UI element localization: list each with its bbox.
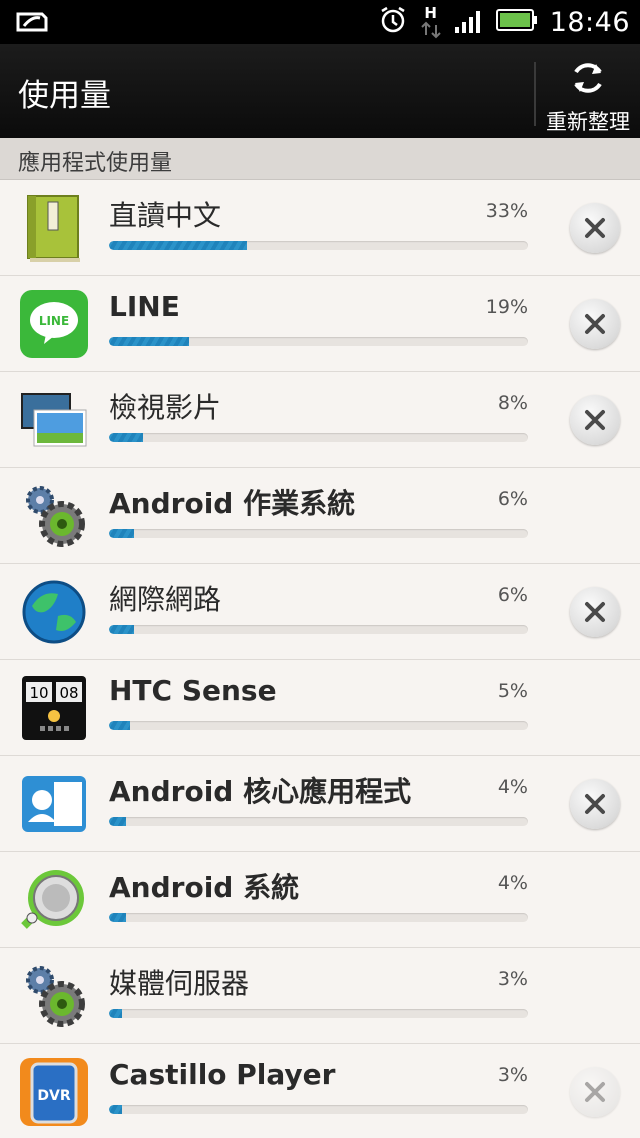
list-item[interactable]: 檢視影片 8% — [0, 372, 640, 468]
list-item[interactable]: Android 核心應用程式 4% — [0, 756, 640, 852]
android-system-icon — [18, 864, 90, 936]
usage-bar — [109, 241, 528, 250]
app-name: Android 作業系統 — [109, 487, 356, 520]
usage-bar — [109, 1009, 528, 1018]
list-item[interactable]: Android 系統 4% — [0, 852, 640, 948]
usage-percent: 6% — [497, 584, 528, 606]
usage-bar — [109, 817, 528, 826]
usage-bar-fill — [109, 241, 248, 250]
usage-percent: 4% — [497, 776, 528, 798]
alarm-icon — [378, 5, 408, 39]
app-usage-list: 直讀中文 33% LINE LINE 19% 檢視影片 8% Android 作業系統 6% 網際… — [0, 180, 640, 1138]
usage-percent: 19% — [485, 296, 528, 318]
usage-bar-fill — [109, 913, 126, 922]
gears-icon — [18, 480, 90, 552]
usage-bar-fill — [109, 337, 189, 346]
list-item[interactable]: 網際網路 6% — [0, 564, 640, 660]
battery-icon — [495, 8, 538, 36]
force-stop-button[interactable] — [570, 1067, 620, 1117]
usage-bar-fill — [109, 1105, 122, 1114]
refresh-label: 重新整理 — [546, 110, 630, 134]
close-icon — [582, 791, 608, 817]
usage-percent: 4% — [497, 872, 528, 894]
close-icon — [582, 407, 608, 433]
page-title: 使用量 — [18, 78, 111, 114]
usage-percent: 3% — [497, 968, 528, 990]
data-arrows-icon: H — [420, 3, 442, 39]
section-label: 應用程式使用量 — [18, 151, 173, 176]
app-name: 媒體伺服器 — [109, 967, 250, 1000]
action-bar: 使用量 重新整理 — [0, 44, 640, 138]
signal-icon — [454, 7, 484, 37]
usage-bar — [109, 337, 528, 346]
force-stop-button[interactable] — [570, 395, 620, 445]
list-item[interactable]: 媒體伺服器 3% — [0, 948, 640, 1044]
usage-percent: 8% — [497, 392, 528, 414]
app-name: Android 系統 — [109, 871, 300, 904]
force-stop-button[interactable] — [570, 779, 620, 829]
refresh-icon — [568, 58, 608, 102]
list-item[interactable]: 10 08 HTC Sense 5% — [0, 660, 640, 756]
app-name: Castillo Player — [109, 1058, 336, 1091]
usage-bar — [109, 625, 528, 634]
usage-bar-fill — [109, 721, 130, 730]
usage-bar — [109, 529, 528, 538]
app-name: 網際網路 — [109, 583, 222, 616]
refresh-button[interactable]: 重新整理 — [536, 44, 640, 138]
close-icon — [582, 599, 608, 625]
gears-icon — [18, 960, 90, 1032]
usage-bar-fill — [109, 1009, 122, 1018]
usage-bar-fill — [109, 433, 143, 442]
globe-icon — [18, 576, 90, 648]
usage-bar — [109, 721, 528, 730]
force-stop-button[interactable] — [570, 203, 620, 253]
svg-text:08: 08 — [59, 684, 78, 702]
dvr-icon: DVR — [18, 1056, 90, 1128]
section-header: 應用程式使用量 — [0, 138, 640, 180]
svg-text:DVR: DVR — [37, 1088, 70, 1104]
list-item[interactable]: DVR Castillo Player 3% — [0, 1044, 640, 1138]
app-name: 直讀中文 — [109, 199, 222, 232]
usage-percent: 3% — [497, 1064, 528, 1086]
force-stop-button[interactable] — [570, 299, 620, 349]
svg-text:LINE: LINE — [39, 314, 69, 328]
list-item[interactable]: 直讀中文 33% — [0, 180, 640, 276]
usage-percent: 33% — [485, 200, 528, 222]
htc-clock-icon: 10 08 — [18, 672, 90, 744]
usage-bar-fill — [109, 529, 135, 538]
app-name: 檢視影片 — [109, 391, 222, 424]
list-item[interactable]: Android 作業系統 6% — [0, 468, 640, 564]
usage-bar — [109, 913, 528, 922]
force-stop-button[interactable] — [570, 587, 620, 637]
svg-text:10: 10 — [29, 684, 48, 702]
contacts-icon — [18, 768, 90, 840]
line-icon: LINE — [18, 288, 90, 360]
app-name: HTC Sense — [109, 674, 277, 707]
notification-icon — [14, 8, 50, 36]
app-name: LINE — [109, 290, 180, 323]
status-time: 18:46 — [549, 6, 630, 38]
usage-bar — [109, 1105, 528, 1114]
close-icon — [582, 1079, 608, 1105]
video-icon — [18, 384, 90, 456]
usage-bar — [109, 433, 528, 442]
usage-bar-fill — [109, 817, 126, 826]
close-icon — [582, 215, 608, 241]
list-item[interactable]: LINE LINE 19% — [0, 276, 640, 372]
usage-percent: 6% — [497, 488, 528, 510]
usage-bar-fill — [109, 625, 135, 634]
network-type: H — [424, 3, 437, 22]
app-name: Android 核心應用程式 — [109, 775, 412, 808]
book-icon — [18, 192, 90, 264]
close-icon — [582, 311, 608, 337]
status-bar: H 18:46 — [0, 0, 640, 44]
usage-percent: 5% — [497, 680, 528, 702]
